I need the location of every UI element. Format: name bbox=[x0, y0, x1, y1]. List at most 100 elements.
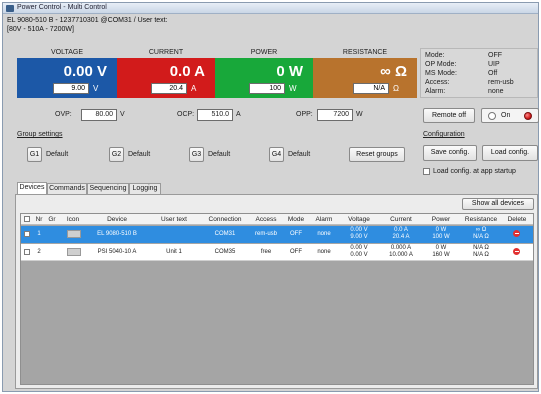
status-access-value: rem-usb bbox=[488, 79, 514, 86]
remote-off-button[interactable]: Remote off bbox=[423, 108, 475, 123]
devices-tab-panel: Show all devices Nr Gr Icon Device User … bbox=[15, 194, 538, 389]
row-resistance-set: N/A Ω bbox=[473, 252, 489, 258]
row-access: rem-usb bbox=[254, 231, 277, 237]
device-info-line1: EL 9080-510 B - 1237710301 @COM31 / User… bbox=[7, 17, 168, 24]
col-mode: Mode bbox=[287, 216, 305, 223]
group-4-button[interactable]: G4 bbox=[269, 147, 284, 162]
row-current-actual: 0.0 A bbox=[394, 227, 408, 233]
row-current-set: 20.4 A bbox=[392, 234, 410, 240]
ocp-label: OCP: bbox=[177, 111, 195, 118]
col-voltage: Voltage bbox=[348, 216, 370, 223]
voltage-header: VOLTAGE bbox=[50, 49, 84, 56]
ovp-label: OVP: bbox=[55, 111, 72, 118]
row-nr: 2 bbox=[37, 249, 41, 255]
table-row[interactable]: 1 EL 9080-510 B COM31 rem-usb OFF none 0… bbox=[21, 226, 533, 243]
opp-label: OPP: bbox=[296, 111, 313, 118]
voltage-box: 0.00 V 9.00 V bbox=[17, 58, 117, 98]
row-mode: OFF bbox=[290, 249, 302, 255]
power-set-input[interactable]: 100 bbox=[249, 83, 285, 94]
delete-icon[interactable] bbox=[513, 248, 520, 255]
tab-logging[interactable]: Logging bbox=[129, 183, 161, 194]
group-1-label: Default bbox=[46, 151, 69, 158]
opp-unit: W bbox=[356, 111, 363, 118]
load-config-startup-label: Load config. at app startup bbox=[433, 168, 516, 175]
status-opmode-value: UIP bbox=[488, 61, 500, 68]
device-info-line2: [80V - 510A - 7200W] bbox=[7, 26, 74, 33]
tab-sequencing[interactable]: Sequencing bbox=[87, 183, 129, 194]
group-3-button[interactable]: G3 bbox=[189, 147, 204, 162]
voltage-actual: 0.00 V bbox=[63, 63, 107, 80]
load-config-startup-checkbox[interactable] bbox=[423, 168, 430, 175]
status-alarm-label: Alarm: bbox=[425, 88, 446, 95]
row-voltage-actual: 0.00 V bbox=[350, 227, 368, 233]
col-access: Access bbox=[255, 216, 277, 223]
current-header: CURRENT bbox=[148, 49, 184, 56]
on-off-control: On bbox=[481, 108, 539, 123]
power-set-unit: W bbox=[289, 84, 297, 93]
col-user-text: User text bbox=[160, 216, 187, 223]
row-power-actual: 0 W bbox=[435, 245, 447, 251]
group-2-button[interactable]: G2 bbox=[109, 147, 124, 162]
col-connection: Connection bbox=[208, 216, 242, 223]
save-config-button[interactable]: Save config. bbox=[423, 145, 477, 161]
row-voltage-set: 0.00 V bbox=[350, 252, 368, 258]
row-current-actual: 0.000 A bbox=[390, 245, 412, 251]
status-mode-label: Mode: bbox=[425, 52, 445, 59]
row-power-actual: 0 W bbox=[435, 227, 447, 233]
device-load-icon bbox=[67, 230, 81, 238]
current-set-input[interactable]: 20.4 bbox=[151, 83, 187, 94]
col-device: Device bbox=[107, 216, 127, 223]
load-config-button[interactable]: Load config. bbox=[482, 145, 538, 161]
show-all-devices-button[interactable]: Show all devices bbox=[462, 198, 534, 210]
status-msmode-value: Off bbox=[488, 70, 498, 77]
resistance-actual: ∞ Ω bbox=[380, 63, 407, 80]
group-4-label: Default bbox=[288, 151, 311, 158]
row-voltage-actual: 0.00 V bbox=[350, 245, 368, 251]
row-checkbox[interactable] bbox=[24, 249, 30, 255]
ocp-unit: A bbox=[236, 111, 241, 118]
resistance-set-input[interactable]: N/A bbox=[353, 83, 389, 94]
group-1-button[interactable]: G1 bbox=[27, 147, 42, 162]
status-alarm-value: none bbox=[488, 88, 504, 95]
power-panel: POWER 0 W 100 W bbox=[215, 48, 313, 98]
devices-table: Nr Gr Icon Device User text Connection A… bbox=[20, 213, 534, 385]
off-indicator-icon[interactable] bbox=[524, 112, 532, 120]
resistance-box: ∞ Ω N/A Ω bbox=[313, 58, 417, 98]
tab-commands[interactable]: Commands bbox=[47, 183, 87, 194]
row-nr: 1 bbox=[37, 231, 41, 237]
row-alarm: none bbox=[317, 231, 331, 237]
voltage-set-input[interactable]: 9.00 bbox=[53, 83, 89, 94]
delete-icon[interactable] bbox=[513, 230, 520, 237]
select-all-checkbox[interactable] bbox=[24, 216, 30, 222]
ovp-input[interactable]: 80.00 bbox=[81, 109, 117, 121]
current-panel: CURRENT 0.0 A 20.4 A bbox=[117, 48, 215, 98]
window-title: Power Control - Multi Control bbox=[17, 4, 107, 11]
group-2-label: Default bbox=[128, 151, 151, 158]
row-device: PSI 5040-10 A bbox=[97, 249, 137, 255]
reset-groups-button[interactable]: Reset groups bbox=[349, 147, 405, 162]
col-delete: Delete bbox=[507, 216, 527, 223]
col-nr: Nr bbox=[35, 216, 43, 223]
row-alarm: none bbox=[317, 249, 331, 255]
resistance-header: RESISTANCE bbox=[342, 49, 388, 56]
row-power-set: 160 W bbox=[432, 252, 450, 258]
col-power: Power bbox=[431, 216, 451, 223]
col-icon: Icon bbox=[66, 216, 80, 223]
row-resistance-actual: N/A Ω bbox=[473, 245, 489, 251]
row-connection: COM35 bbox=[214, 249, 236, 255]
app-icon bbox=[6, 5, 14, 12]
table-row[interactable]: 2 PSI 5040-10 A Unit 1 COM35 free OFF no… bbox=[21, 244, 533, 261]
resistance-set-unit: Ω bbox=[393, 84, 399, 93]
current-set-unit: A bbox=[191, 84, 197, 93]
row-current-set: 10.000 A bbox=[389, 252, 413, 258]
ocp-input[interactable]: 510.0 bbox=[197, 109, 233, 121]
row-mode: OFF bbox=[290, 231, 302, 237]
power-control-window: Power Control - Multi Control EL 9080-51… bbox=[2, 2, 539, 392]
row-checkbox[interactable] bbox=[24, 231, 30, 237]
status-mode-value: OFF bbox=[488, 52, 502, 59]
opp-input[interactable]: 7200 bbox=[317, 109, 353, 121]
tab-devices[interactable]: Devices bbox=[17, 182, 47, 194]
on-radio[interactable] bbox=[488, 112, 496, 120]
title-bar: Power Control - Multi Control bbox=[3, 3, 538, 14]
row-connection: COM31 bbox=[214, 231, 236, 237]
